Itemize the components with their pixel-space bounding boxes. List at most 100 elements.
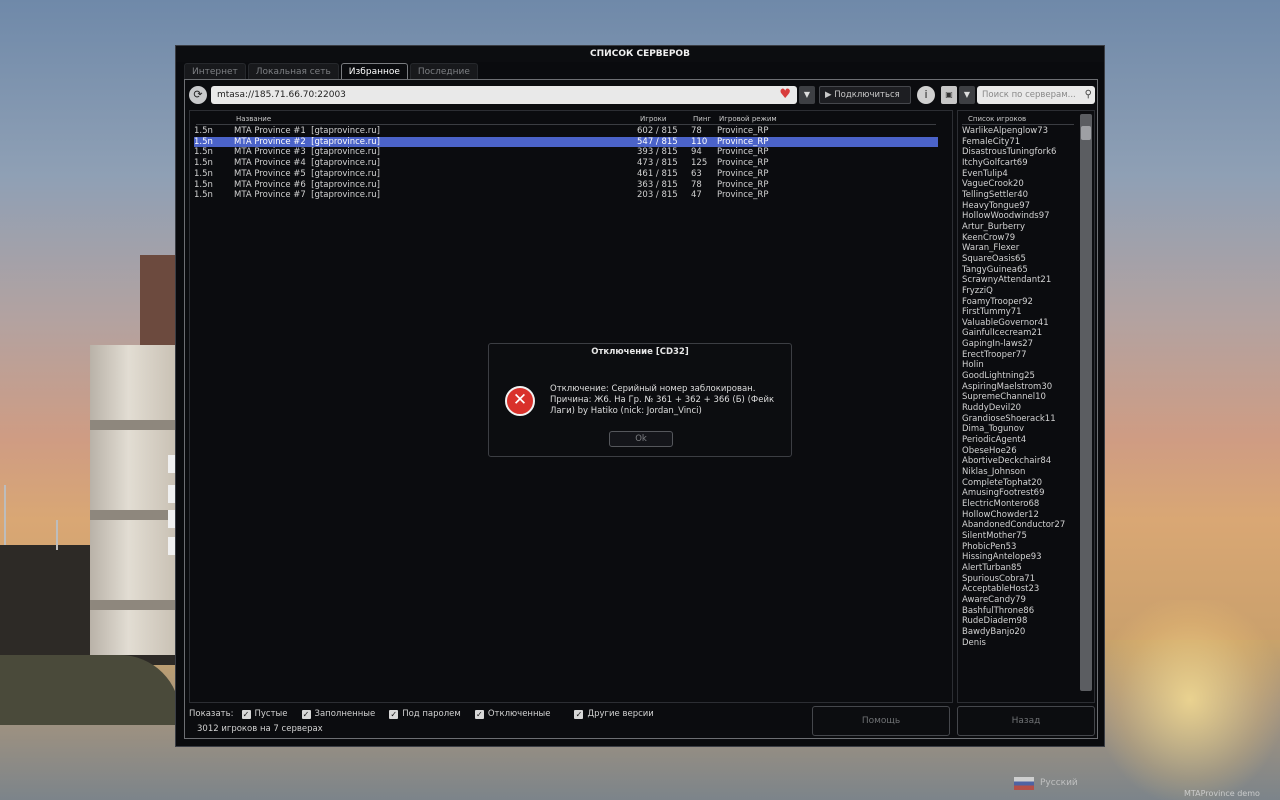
dialog-message: Отключение: Серийный номер заблокирован.…	[550, 384, 786, 417]
player-list-item: DisastrousTuningfork6	[962, 147, 1057, 158]
player-list-item: Holin	[962, 360, 984, 371]
language-label[interactable]: Русский	[1040, 778, 1078, 788]
server-version: 1.5n	[194, 126, 213, 136]
player-list-item: SilentMother75	[962, 530, 1027, 541]
disconnect-dialog: Отключение [CD32] ✕ Отключение: Серийный…	[488, 343, 792, 457]
server-players: 602 / 815	[637, 126, 678, 136]
info-icon[interactable]: i	[917, 86, 935, 104]
server-gamemode: Province_RP	[717, 126, 769, 136]
tab-recent[interactable]: Последние	[409, 63, 478, 79]
server-name: MTA Province #2 [gtaprovince.ru]	[234, 136, 380, 147]
player-list-item: CompleteTophat20	[962, 477, 1043, 488]
play-icon: ▶	[825, 90, 832, 100]
filter-locked-label: Отключенные	[487, 709, 551, 719]
connect-label: Подключиться	[834, 90, 900, 100]
search-dropdown-button[interactable]: ▼	[959, 86, 975, 104]
filter-full-checkbox[interactable]: ✓	[301, 709, 311, 719]
heart-icon[interactable]: ♥	[779, 86, 791, 104]
tab-internet[interactable]: Интернет	[184, 63, 246, 79]
player-list-item: Artur_Burberry	[962, 221, 1025, 232]
player-list-scrollbar[interactable]	[1080, 114, 1092, 691]
lighthouse-band	[90, 510, 176, 520]
player-list-item: PhobicPen53	[962, 541, 1017, 552]
tab-local-network[interactable]: Локальная сеть	[247, 63, 339, 79]
player-list-item: BashfulThrone86	[962, 605, 1035, 616]
server-info-icon[interactable]: ▣	[941, 86, 957, 104]
lighthouse-band	[90, 420, 176, 430]
server-players: 393 / 815	[637, 147, 678, 158]
dialog-message-line: Причина: Ж6. На Гр. № 361 + 362 + 366 (Б…	[550, 395, 775, 405]
server-row[interactable]: 1.5n MTA Province #3 [gtaprovince.ru] 39…	[194, 147, 938, 157]
server-gamemode: Province_RP	[717, 147, 769, 158]
server-gamemode: Province_RP	[717, 168, 769, 179]
player-list-item: Denis	[962, 637, 986, 648]
filter-locked-checkbox[interactable]: ✓	[474, 709, 484, 719]
address-dropdown-button[interactable]: ▼	[799, 86, 815, 104]
player-list-header: Список игроков	[968, 115, 1027, 123]
search-icon[interactable]: ⚲	[1085, 86, 1092, 104]
server-name: MTA Province #5 [gtaprovince.ru]	[234, 168, 380, 179]
player-list-item: GapingIn-laws27	[962, 339, 1034, 350]
server-row[interactable]: 1.5n MTA Province #5 [gtaprovince.ru] 46…	[194, 169, 938, 179]
dialog-title: Отключение [CD32]	[591, 347, 689, 357]
filter-empty-checkbox[interactable]: ✓	[241, 709, 251, 719]
player-list-item: ElectricMontero68	[962, 498, 1040, 509]
watermark-text: MTAProvince demo	[1184, 789, 1260, 798]
error-icon: ✕	[505, 386, 535, 416]
server-gamemode: Province_RP	[717, 136, 769, 147]
server-gamemode: Province_RP	[717, 179, 769, 190]
column-header-name[interactable]: Название	[236, 115, 271, 123]
refresh-icon[interactable]: ⟳	[189, 86, 207, 104]
header-divider	[196, 124, 936, 125]
server-ping: 125	[691, 158, 708, 169]
filter-label: Показать:	[189, 709, 234, 719]
player-list: WarlikeAlpenglow73 FemaleCity71 Disastrous…	[962, 126, 1077, 648]
player-list-item: ValuableGovernor41	[962, 317, 1049, 328]
column-header-ping[interactable]: Пинг	[693, 115, 711, 123]
filter-other-versions-checkbox[interactable]: ✓	[574, 709, 584, 719]
player-list-item: SquareOasis65	[962, 253, 1026, 264]
address-field[interactable]: mtasa://185.71.66.70:22003 ♥	[211, 86, 797, 104]
russian-flag-icon[interactable]	[1014, 777, 1034, 790]
player-list-panel[interactable]: Список игроков WarlikeAlpenglow73 FemaleC…	[957, 110, 1095, 703]
player-list-item: AbandonedConductor27	[962, 520, 1066, 531]
ok-button[interactable]: Ok	[609, 431, 673, 447]
server-row[interactable]: 1.5n MTA Province #6 [gtaprovince.ru] 36…	[194, 180, 938, 190]
column-header-gamemode[interactable]: Игровой режим	[719, 115, 777, 123]
server-row[interactable]: 1.5n MTA Province #4 [gtaprovince.ru] 47…	[194, 158, 938, 168]
player-list-item: ScrawnyAttendant21	[962, 275, 1052, 286]
player-list-item: HollowWoodwinds97	[962, 211, 1050, 222]
player-list-item: HeavyTongue97	[962, 200, 1031, 211]
server-name: MTA Province #7 [gtaprovince.ru]	[234, 190, 380, 201]
server-version: 1.5n	[194, 190, 213, 201]
scrollbar-thumb[interactable]	[1081, 126, 1091, 140]
server-players: 473 / 815	[637, 158, 678, 169]
server-row-selected[interactable]: 1.5n MTA Province #2 [gtaprovince.ru] 54…	[194, 136, 938, 147]
server-version: 1.5n	[194, 179, 213, 190]
tab-favorites[interactable]: Избранное	[340, 63, 408, 79]
player-list-item: AspiringMaelstrom30	[962, 381, 1053, 392]
server-version: 1.5n	[194, 168, 213, 179]
server-ping: 94	[691, 147, 702, 158]
player-list-item: Niklas_Johnson	[962, 467, 1026, 477]
column-header-players[interactable]: Игроки	[640, 115, 666, 123]
player-list-item: HissingAntelope93	[962, 552, 1042, 563]
search-input[interactable]: Поиск по серверам... ⚲	[977, 86, 1095, 104]
filter-password-checkbox[interactable]: ✓	[389, 709, 399, 719]
tab-bar: Интернет Локальная сеть Избранное Послед…	[184, 63, 478, 79]
lighthouse-band	[90, 600, 176, 610]
player-list-item: AwareCandy79	[962, 594, 1026, 605]
server-name: MTA Province #6 [gtaprovince.ru]	[234, 179, 380, 190]
search-placeholder: Поиск по серверам...	[982, 90, 1076, 100]
connect-button[interactable]: ▶ Подключиться	[819, 86, 911, 104]
player-list-item: TangyGuinea65	[962, 264, 1028, 275]
back-button[interactable]: Назад	[957, 706, 1095, 736]
server-row[interactable]: 1.5n MTA Province #1 [gtaprovince.ru] 60…	[194, 126, 938, 136]
window-title: СПИСОК СЕРВЕРОВ	[176, 46, 1104, 62]
help-button[interactable]: Помощь	[812, 706, 950, 736]
player-list-item: FirstTummy71	[962, 307, 1022, 318]
player-list-item: HollowChowder12	[962, 509, 1039, 520]
status-text: 3012 игроков на 7 серверах	[197, 724, 323, 734]
player-list-item: KeenCrow79	[962, 232, 1016, 243]
server-row[interactable]: 1.5n MTA Province #7 [gtaprovince.ru] 20…	[194, 190, 938, 200]
